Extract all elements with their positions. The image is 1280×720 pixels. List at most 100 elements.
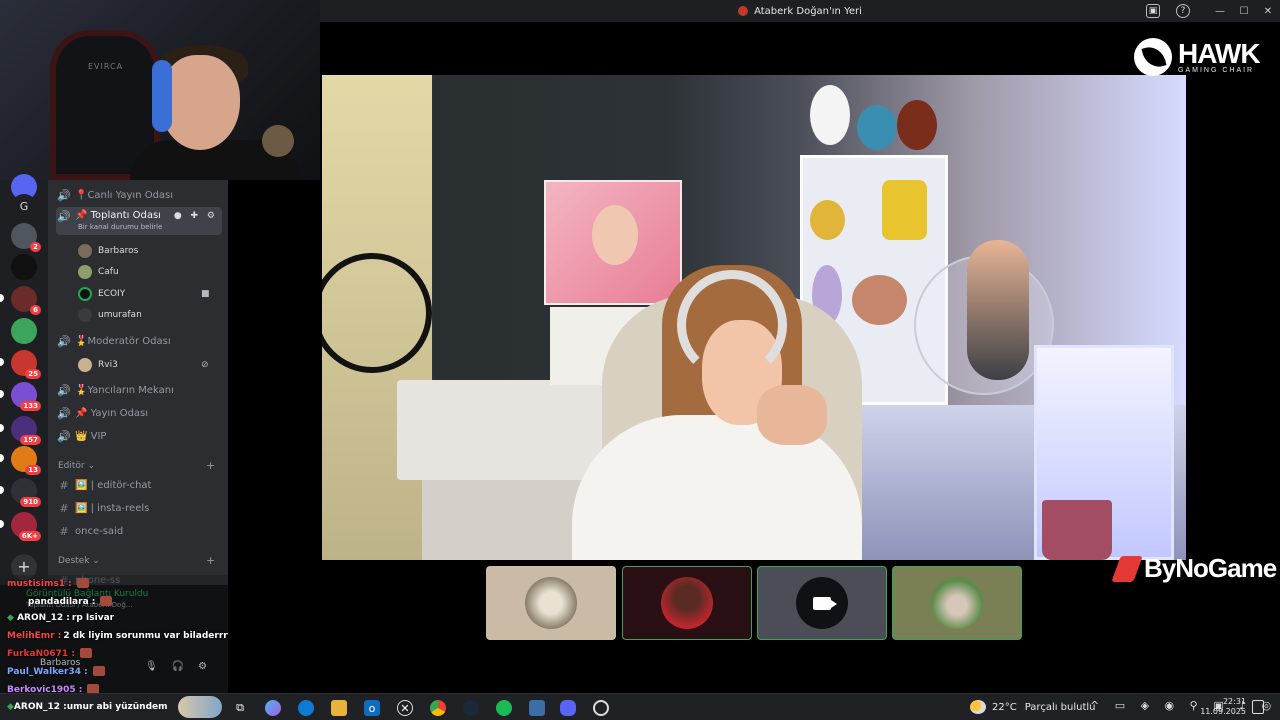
voice-channel[interactable]: 🔊 👑 VIP [56, 426, 106, 446]
steam-icon[interactable] [463, 700, 479, 716]
camera-icon [813, 596, 837, 610]
chat-user: FurkaN0671 : [7, 648, 75, 659]
participant-avatar [931, 577, 983, 629]
participant-avatar [661, 577, 713, 629]
channel-name: 🖼️ | insta-reels [75, 502, 150, 514]
taskbar: ◆ARON_12 :umur abi yüzündem ⧉ o ✕ 22°C P… [0, 693, 1280, 720]
discord-icon[interactable] [560, 700, 576, 716]
close-button[interactable]: ✕ [1256, 6, 1280, 17]
voice-member[interactable]: Rvi3 ⊘ [78, 356, 209, 374]
chat-message: FurkaN0671 : [7, 648, 92, 659]
file-explorer-icon[interactable] [331, 700, 347, 716]
server-badge: 910 [20, 497, 41, 507]
participant-tile[interactable] [622, 566, 752, 640]
server-icon[interactable]: 6 [0, 286, 41, 315]
member-name: Rvi3 [98, 360, 118, 370]
help-icon[interactable]: ? [1176, 4, 1190, 18]
server-icon[interactable]: 2 [11, 223, 41, 252]
hawk-feather-icon [1134, 38, 1172, 76]
channel-name: 🖼️ | editör-chat [75, 479, 152, 491]
chat-user: ARON_12 : [17, 613, 70, 623]
text-channel[interactable]: # 🖼️ | editör-chat [56, 475, 151, 495]
participant-tile[interactable] [892, 566, 1022, 640]
server-icon[interactable] [11, 318, 37, 344]
voice-member[interactable]: Barbaros [78, 242, 138, 260]
voice-member[interactable]: Cafu [78, 263, 119, 281]
channel-name: 📌 Yayın Odası [75, 407, 149, 419]
add-channel-button[interactable]: + [206, 554, 215, 567]
category-support[interactable]: Destek ⌄ [58, 556, 100, 566]
voice-member[interactable]: ECOIY ■ [78, 285, 210, 303]
search-widget-icon[interactable] [178, 696, 222, 718]
chat-message: Paul_Walker34 : [7, 666, 105, 677]
hawk-tagline: GAMING CHAIR [1178, 66, 1255, 74]
text-channel[interactable]: # 🖼️ | insta-reels [56, 498, 149, 518]
voice-channel[interactable]: 🔊 📌 Yayın Odası [56, 403, 148, 423]
maximize-button[interactable]: ☐ [1232, 6, 1256, 17]
pen-cup [1042, 500, 1112, 560]
speaker-icon: 🔊 [57, 188, 71, 202]
inbox-icon[interactable]: ▣ [1146, 4, 1160, 18]
add-channel-button[interactable]: + [206, 459, 215, 472]
spotify-icon[interactable] [496, 700, 512, 716]
main-video-stream[interactable] [322, 75, 1186, 560]
server-list: G 2 6 25 133 157 13 910 6K+ + [0, 174, 48, 585]
channel-list: 🔊 📍Canlı Yayın Odası 🔊 📌 Toplantı Odası Bi… [48, 180, 228, 585]
voice-member[interactable]: umurafan [78, 306, 142, 324]
channel-name: 👑 VIP [75, 430, 107, 442]
outlook-icon[interactable]: o [364, 700, 380, 716]
channel-tools-icon[interactable]: ● ✚ ⚙ [174, 211, 218, 221]
microphone [967, 240, 1029, 380]
channel-name: 🎖️Moderatör Odası [75, 335, 171, 347]
weather-widget[interactable]: 22°C Parçalı bulutlu [970, 700, 1096, 714]
obs-icon[interactable] [593, 700, 609, 716]
task-view-icon[interactable]: ⧉ [232, 700, 248, 716]
notification-icon[interactable] [1252, 700, 1264, 714]
diamond-icon: ◆ [7, 702, 14, 712]
edge-icon[interactable] [298, 700, 314, 716]
toy [852, 275, 907, 325]
hawk-wordmark: HAWK GAMING CHAIR [1178, 39, 1261, 74]
voice-channel[interactable]: 🔊 🎖️Yancıların Mekanı [56, 380, 174, 400]
chat-text: rp Isivar [71, 613, 115, 623]
category-name: Destek [58, 556, 90, 566]
server-icon[interactable]: 25 [0, 350, 41, 379]
channel-name: once-said [75, 525, 124, 537]
person-hand [757, 385, 827, 445]
toy [810, 85, 850, 145]
server-icon[interactable]: G [11, 194, 37, 220]
speaker-icon: 🔊 [57, 406, 71, 420]
copilot-icon[interactable] [265, 700, 281, 716]
server-icon[interactable]: 13 [0, 446, 41, 475]
voice-channel[interactable]: 🔊 📍Canlı Yayın Odası [56, 185, 173, 205]
voice-channel[interactable]: 🔊 🎖️Moderatör Odası [56, 331, 171, 351]
voice-channel-active[interactable]: 🔊 📌 Toplantı Odası Bir kanal durumu belir… [56, 207, 222, 235]
painting-face [592, 205, 638, 265]
avatar [78, 358, 92, 372]
category-editor[interactable]: Editör ⌄ [58, 461, 95, 471]
server-icon[interactable]: 910 [0, 478, 41, 507]
system-tray-icons[interactable]: ^ ▭ ◈ ◉ ⚲ ▣ ♪ ◎ [1090, 699, 1277, 712]
clock[interactable]: 22:31 11.09.2025 [1200, 697, 1246, 717]
participant-tile[interactable] [757, 566, 887, 640]
server-icon[interactable]: 6K+ [0, 512, 41, 541]
unread-pip [0, 390, 4, 398]
participant-tile[interactable] [486, 566, 616, 640]
server-icon[interactable] [11, 254, 37, 280]
clock-time: 22:31 [1222, 697, 1246, 706]
server-icon[interactable]: 133 [0, 382, 41, 411]
hash-icon: # [59, 478, 69, 492]
server-icon[interactable]: 157 [0, 416, 41, 445]
minimize-button[interactable]: — [1208, 6, 1232, 17]
channel-status[interactable]: Bir kanal durumu belirle [78, 223, 162, 231]
battlenet-icon[interactable] [529, 700, 545, 716]
chrome-icon[interactable] [430, 700, 446, 716]
text-channel[interactable]: # once-said [56, 521, 123, 541]
bynogame-icon [1111, 555, 1143, 582]
user-panel-controls-icon[interactable]: 🎙🎧⚙ [145, 661, 221, 672]
camera-icon: ■ [201, 289, 210, 299]
unread-pip [0, 358, 4, 366]
channel-name: 📌 Toplantı Odası [75, 210, 161, 221]
xbox-icon[interactable]: ✕ [397, 700, 413, 716]
unread-pip [0, 520, 4, 528]
